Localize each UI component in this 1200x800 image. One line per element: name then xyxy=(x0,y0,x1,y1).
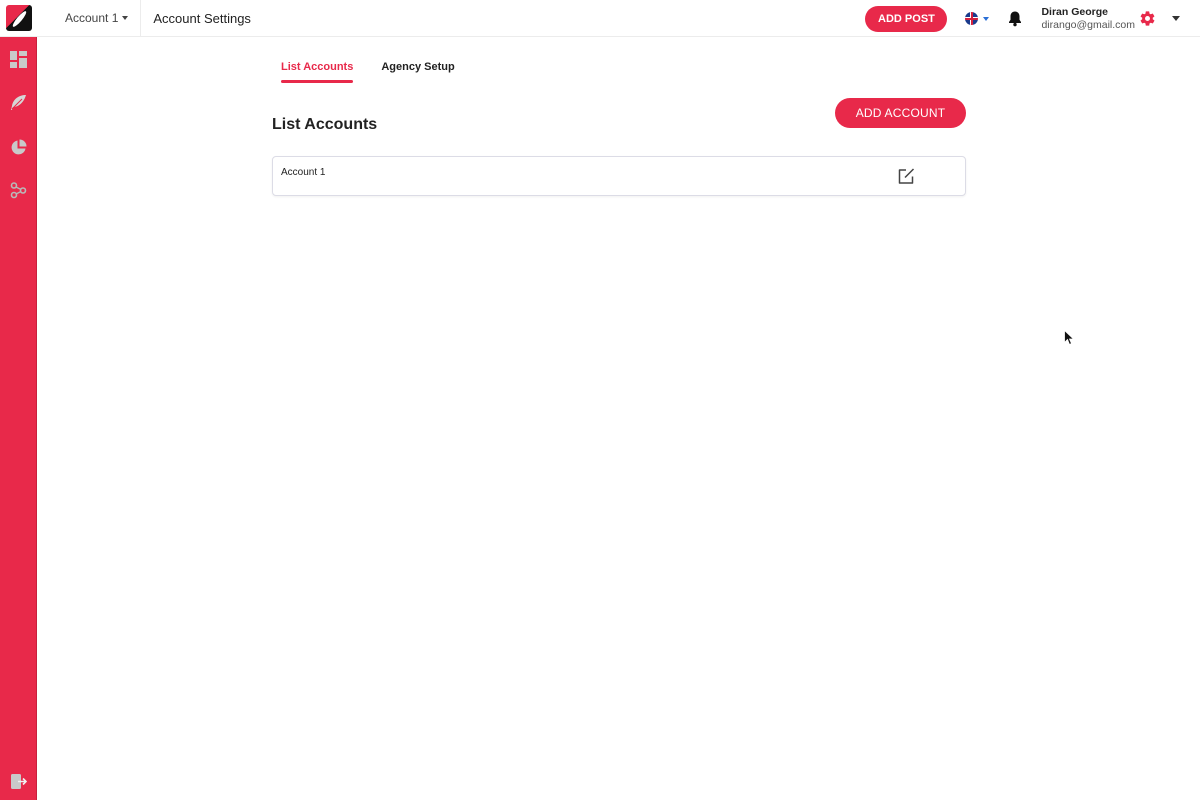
account-switcher-label: Account 1 xyxy=(65,11,119,25)
top-bar: Account 1 Account Settings ADD POST Dira… xyxy=(0,0,1200,37)
feather-icon xyxy=(11,95,26,110)
uk-flag-icon xyxy=(965,12,979,25)
page-title: Account Settings xyxy=(153,10,251,26)
logout-icon xyxy=(11,774,27,789)
mouse-cursor-icon xyxy=(1064,329,1075,350)
edit-account-button[interactable] xyxy=(896,166,916,186)
notifications-button[interactable] xyxy=(1007,10,1023,27)
language-selector[interactable] xyxy=(965,12,990,25)
user-name: Diran George xyxy=(1041,5,1108,18)
sidebar xyxy=(0,37,37,800)
app-logo-icon xyxy=(5,5,32,31)
add-account-button[interactable]: ADD ACCOUNT xyxy=(835,98,966,128)
sidebar-item-posts[interactable] xyxy=(9,93,28,112)
user-menu-caret-icon[interactable] xyxy=(1172,16,1180,21)
bell-icon xyxy=(1009,11,1022,27)
add-post-button[interactable]: ADD POST xyxy=(865,5,948,32)
tab-list-accounts[interactable]: List Accounts xyxy=(272,55,362,83)
network-icon xyxy=(10,182,27,199)
logo[interactable] xyxy=(0,0,37,37)
account-row[interactable]: Account 1 xyxy=(272,156,966,196)
sidebar-item-dashboard[interactable] xyxy=(9,50,28,69)
section-title: List Accounts xyxy=(272,116,378,133)
settings-button[interactable] xyxy=(1139,10,1156,27)
gear-icon xyxy=(1140,11,1155,26)
pie-chart-icon xyxy=(11,139,27,155)
caret-down-icon xyxy=(122,16,129,20)
user-info[interactable]: Diran George dirango@gmail.com xyxy=(1041,6,1135,32)
caret-down-icon xyxy=(983,16,990,21)
account-switcher[interactable]: Account 1 xyxy=(65,0,142,37)
settings-tabs: List Accounts Agency Setup xyxy=(272,55,474,83)
dashboard-icon xyxy=(10,51,27,68)
edit-icon xyxy=(898,168,915,184)
account-name: Account 1 xyxy=(281,167,326,178)
user-email: dirango@gmail.com xyxy=(1041,18,1135,31)
sidebar-item-logout[interactable] xyxy=(9,772,28,791)
tab-agency-setup[interactable]: Agency Setup xyxy=(372,55,463,83)
sidebar-item-network[interactable] xyxy=(9,181,28,200)
sidebar-item-analytics[interactable] xyxy=(9,138,28,157)
